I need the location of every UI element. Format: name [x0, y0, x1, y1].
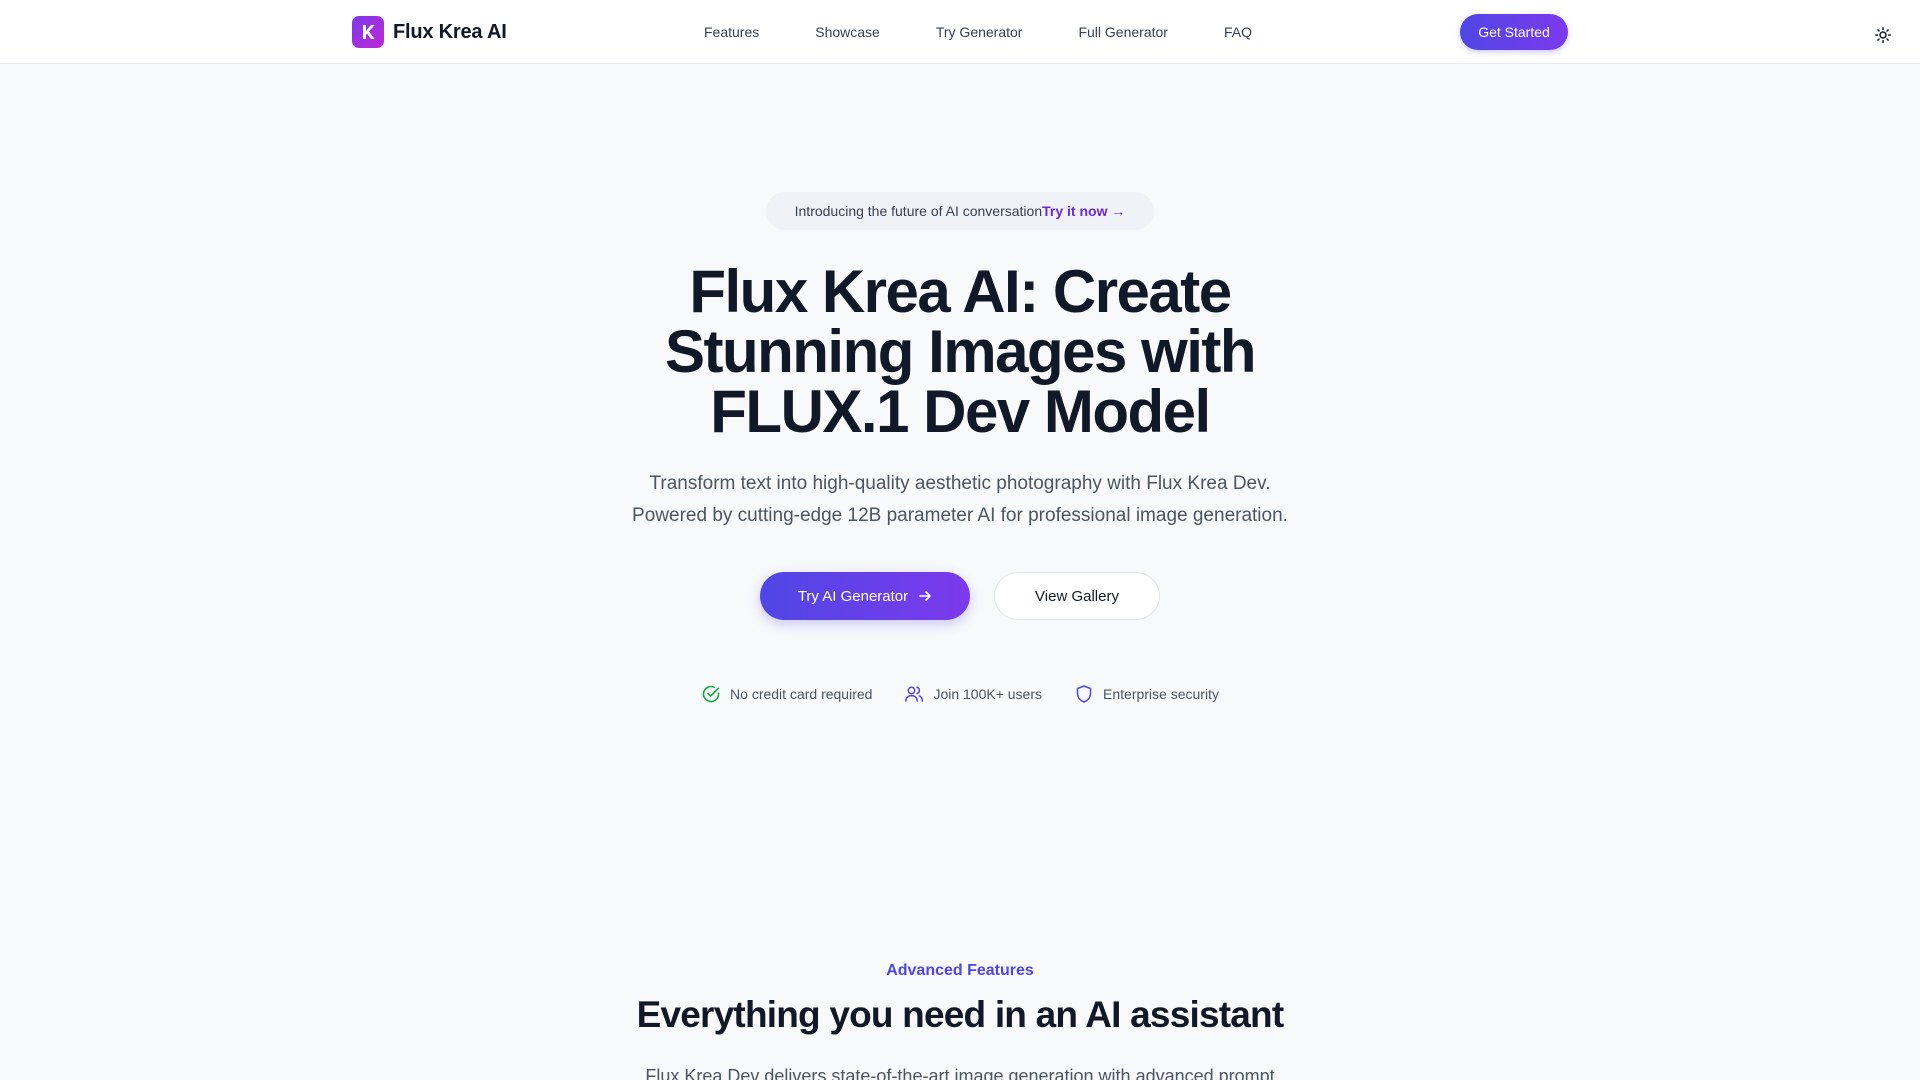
nav-link-showcase[interactable]: Showcase [815, 24, 880, 40]
hero-subtitle-line-1: Transform text into high-quality aesthet… [649, 473, 1271, 494]
trust-label: Enterprise security [1103, 686, 1219, 702]
theme-toggle-button[interactable] [1872, 24, 1894, 46]
brand-name: Flux Krea AI [393, 20, 507, 43]
main-nav: Features Showcase Try Generator Full Gen… [704, 0, 1252, 64]
announcement-pill: Introducing the future of AI conversatio… [766, 192, 1154, 230]
hero-title: Flux Krea AI: Create Stunning Images wit… [560, 262, 1360, 442]
section-title: Everything you need in an AI assistant [636, 994, 1285, 1035]
top-navbar: Flux Krea AI Features Showcase Try Gener… [0, 0, 1920, 64]
nav-link-faq[interactable]: FAQ [1224, 24, 1252, 40]
trust-item-users: Join 100K+ users [904, 684, 1042, 704]
trust-label: No credit card required [730, 686, 873, 702]
try-ai-generator-label: Try AI Generator [797, 587, 909, 605]
sun-icon [1875, 27, 1891, 43]
trust-label: Join 100K+ users [933, 686, 1043, 702]
hero-title-line-2: Stunning Images with [664, 318, 1257, 385]
hero-title-line-3: FLUX.1 Dev Model [710, 378, 1211, 445]
section-description: Flux Krea Dev delivers state-of-the-art … [645, 1066, 1275, 1080]
nav-link-try-generator[interactable]: Try Generator [936, 24, 1023, 40]
trust-item-security: Enterprise security [1074, 684, 1219, 704]
section-eyebrow: Advanced Features [886, 962, 1034, 979]
check-circle-icon [702, 685, 720, 703]
nav-link-features[interactable]: Features [704, 24, 759, 40]
announcement-text: Introducing the future of AI conversatio… [794, 203, 1043, 219]
users-icon [905, 686, 924, 702]
shield-icon [1076, 685, 1092, 703]
try-ai-generator-button[interactable]: Try AI Generator [760, 572, 970, 620]
trust-indicators: No credit card required Join 100K+ users… [0, 682, 1920, 706]
hero-subtitle-line-2: Powered by cutting-edge 12B parameter AI… [632, 505, 1288, 526]
hero-subtitle: Transform text into high-quality aesthet… [560, 468, 1360, 532]
trust-item-no-credit-card: No credit card required [701, 684, 872, 704]
arrow-right-icon [919, 591, 931, 601]
logo-icon [352, 16, 384, 48]
hero-title-line-1: Flux Krea AI: Create [689, 258, 1232, 325]
nav-link-full-generator[interactable]: Full Generator [1078, 24, 1167, 40]
brand-logo-link[interactable]: Flux Krea AI [352, 16, 507, 48]
get-started-button[interactable]: Get Started [1460, 14, 1568, 50]
try-it-now-link[interactable]: Try it now → [1042, 203, 1125, 219]
view-gallery-button[interactable]: View Gallery [994, 572, 1160, 620]
